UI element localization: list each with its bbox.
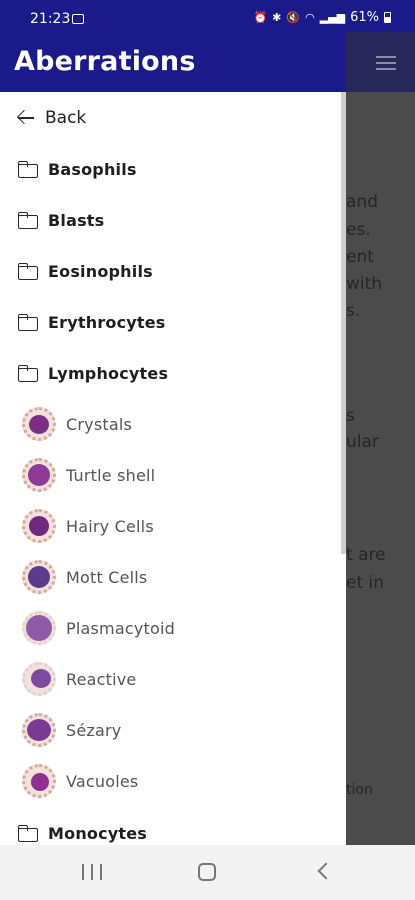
- category-item-erythrocytes[interactable]: Erythrocytes: [18, 302, 346, 342]
- aberration-item-sezary[interactable]: Sézary: [22, 710, 346, 750]
- turtle-shell-cell-thumbnail: [22, 458, 56, 492]
- aberration-label: Sézary: [66, 720, 122, 740]
- underlay-text: t are: [346, 545, 386, 565]
- wifi-icon: ◠: [305, 11, 315, 24]
- battery-icon: [384, 12, 391, 23]
- hairy-cells-thumbnail: [22, 509, 56, 543]
- mute-icon: 🔇: [286, 11, 301, 24]
- folder-icon: [18, 212, 38, 229]
- aberration-item-plasmacytoid[interactable]: Plasmacytoid: [22, 608, 346, 648]
- category-label: Eosinophils: [48, 261, 153, 281]
- aberration-label: Reactive: [66, 669, 137, 689]
- category-label: Erythrocytes: [48, 312, 166, 332]
- underlay-text: with: [346, 274, 383, 294]
- underlay-text: and: [346, 192, 378, 212]
- folder-icon: [18, 825, 38, 842]
- reactive-cell-thumbnail: [22, 662, 56, 696]
- system-nav-bar: [0, 845, 415, 900]
- plasmacytoid-cell-thumbnail: [22, 611, 56, 645]
- page-title: Aberrations: [14, 46, 196, 77]
- category-item-monocytes[interactable]: Monocytes: [18, 813, 346, 845]
- aberration-item-hairy-cells[interactable]: Hairy Cells: [22, 506, 346, 546]
- category-label: Monocytes: [48, 823, 148, 843]
- hamburger-menu-icon[interactable]: [376, 56, 396, 70]
- back-label: Back: [45, 108, 87, 128]
- aberration-item-crystals[interactable]: Crystals: [22, 404, 346, 444]
- home-icon[interactable]: [198, 863, 216, 881]
- folder-icon: [18, 161, 38, 178]
- category-item-blasts[interactable]: Blasts: [18, 200, 346, 240]
- aberration-item-turtle-shell[interactable]: Turtle shell: [22, 455, 346, 495]
- folder-icon: [18, 314, 38, 331]
- vacuoles-cell-thumbnail: [22, 764, 56, 798]
- aberration-label: Vacuoles: [66, 771, 139, 791]
- back-item[interactable]: Back: [16, 98, 346, 138]
- underlay-text: et in: [346, 573, 385, 593]
- dimmed-page-content[interactable]: and es. ent with s. s ular t are et in t…: [346, 32, 415, 845]
- underlay-text: ular: [346, 432, 379, 452]
- category-item-basophils[interactable]: Basophils: [18, 149, 346, 189]
- signal-icon: ▂▄▆: [319, 11, 346, 24]
- underlay-text: ent: [346, 247, 374, 267]
- crystals-cell-thumbnail: [22, 407, 56, 441]
- underlay-text: s: [346, 406, 355, 426]
- drawer-scrollbar[interactable]: [341, 92, 346, 554]
- status-icons: ⏰ ✱ 🔇 ◠ ▂▄▆ 61%: [253, 10, 391, 25]
- recent-apps-icon[interactable]: [82, 864, 102, 880]
- alarm-icon: ⏰: [253, 11, 268, 24]
- category-label: Lymphocytes: [48, 363, 169, 383]
- mott-cells-thumbnail: [22, 560, 56, 594]
- arrow-left-icon: [16, 108, 36, 128]
- aberration-label: Crystals: [66, 414, 133, 434]
- aberration-label: Hairy Cells: [66, 516, 154, 536]
- bluetooth-icon: ✱: [272, 11, 282, 24]
- aberration-item-reactive[interactable]: Reactive: [22, 659, 346, 699]
- category-item-eosinophils[interactable]: Eosinophils: [18, 251, 346, 291]
- aberration-label: Turtle shell: [66, 465, 156, 485]
- status-time: 21:23: [30, 11, 71, 27]
- underlay-text: tion: [346, 782, 373, 798]
- aberration-label: Mott Cells: [66, 567, 148, 587]
- aberration-item-mott-cells[interactable]: Mott Cells: [22, 557, 346, 597]
- sezary-cell-thumbnail: [22, 713, 56, 747]
- folder-icon: [18, 263, 38, 280]
- underlay-text: s.: [346, 301, 361, 321]
- category-label: Basophils: [48, 159, 137, 179]
- navigation-drawer: Back Basophils Blasts Eosinophils Erythr…: [0, 92, 346, 845]
- folder-icon: [18, 365, 38, 382]
- underlay-text: es.: [346, 220, 371, 240]
- photo-icon: [72, 14, 84, 24]
- aberration-item-vacuoles[interactable]: Vacuoles: [22, 761, 346, 801]
- category-item-lymphocytes[interactable]: Lymphocytes: [18, 353, 346, 393]
- underlay-header: [346, 32, 415, 92]
- back-icon[interactable]: [317, 862, 335, 880]
- aberration-label: Plasmacytoid: [66, 618, 175, 638]
- battery-percent: 61%: [350, 10, 379, 25]
- category-label: Blasts: [48, 210, 105, 230]
